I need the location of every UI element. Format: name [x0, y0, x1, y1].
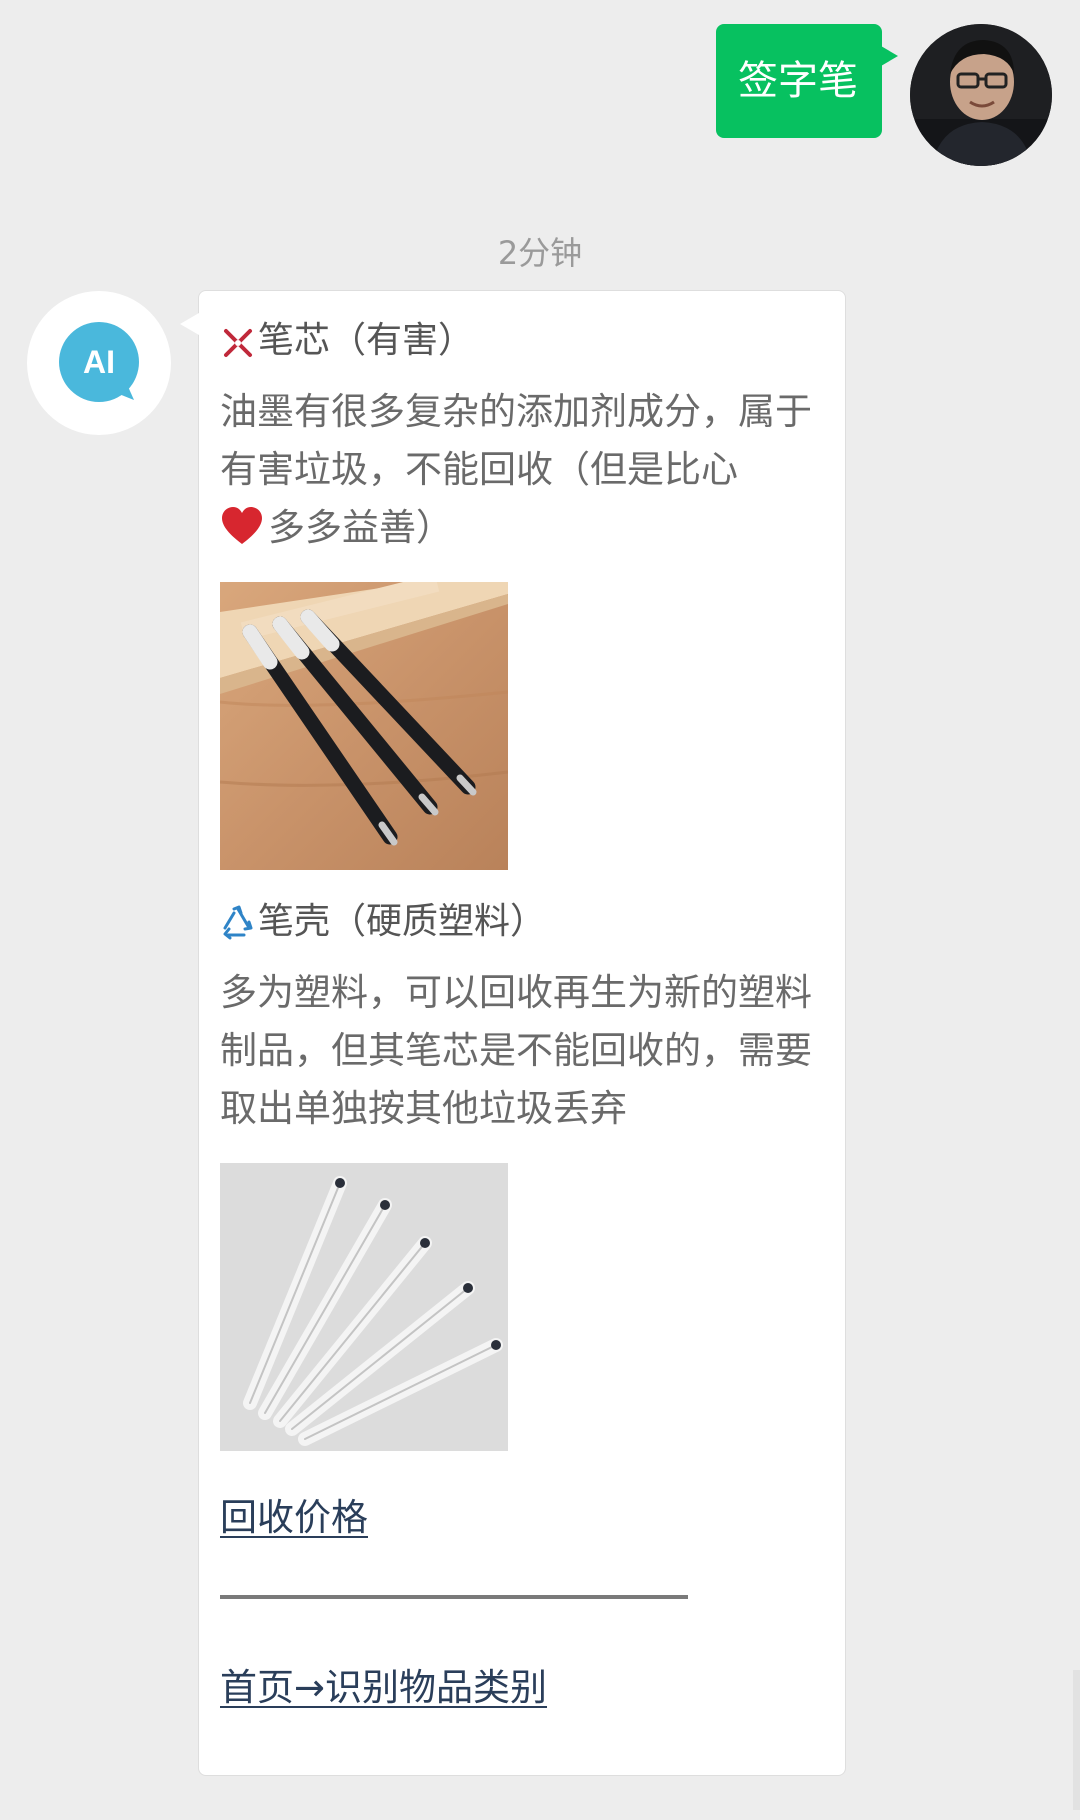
section-refill-title-text: 笔芯（有害） — [258, 320, 475, 361]
message-timestamp: 2分钟 — [497, 234, 583, 272]
section-shell-title-text: 笔壳（硬质塑料） — [258, 901, 547, 942]
home-identify-category-link[interactable]: 首页→识别物品类别 — [220, 1657, 547, 1711]
heart-icon — [220, 505, 264, 545]
clear-pens-photo[interactable] — [220, 1163, 508, 1451]
scrollbar[interactable] — [1073, 1670, 1080, 1810]
divider — [220, 1595, 688, 1599]
harmful-icon — [220, 323, 256, 359]
section-refill-body-text: 油墨有很多复杂的添加剂成分，属于有害垃圾，不能回收（但是比心 — [220, 390, 812, 491]
user-avatar[interactable] — [910, 24, 1052, 166]
user-message-bubble[interactable]: 签字笔 — [716, 24, 898, 138]
section-refill-body: 油墨有很多复杂的添加剂成分，属于有害垃圾，不能回收（但是比心 多多益善） — [220, 383, 823, 557]
pen-refills-photo[interactable] — [220, 582, 508, 870]
section-refill-body-tail: 多多益善） — [268, 506, 453, 549]
bot-message-bubble: 笔芯（有害） 油墨有很多复杂的添加剂成分，属于有害垃圾，不能回收（但是比心 多多… — [180, 290, 846, 1776]
recycle-icon — [220, 904, 256, 940]
section-shell-title: 笔壳（硬质塑料） — [220, 900, 823, 944]
section-shell-body: 多为塑料，可以回收再生为新的塑料制品，但其笔芯是不能回收的，需要取出单独按其他垃… — [220, 971, 812, 1130]
ai-chat-icon: AI — [59, 322, 139, 402]
section-refill-title: 笔芯（有害） — [220, 319, 823, 363]
recycle-price-link[interactable]: 回收价格 — [220, 1487, 368, 1541]
bot-avatar[interactable]: AI — [27, 291, 171, 435]
bot-avatar-label: AI — [83, 344, 115, 380]
user-message-row: 签字笔 — [716, 24, 1052, 166]
